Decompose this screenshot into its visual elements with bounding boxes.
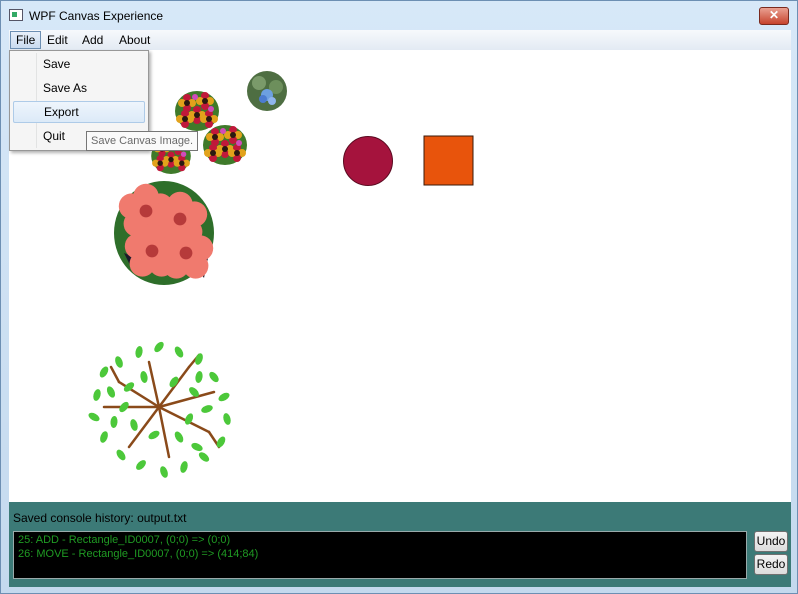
pink-flower-bush-image[interactable] — [114, 181, 214, 285]
menu-save-as[interactable]: Save As — [13, 77, 145, 99]
title-bar: WPF Canvas Experience ✕ — [1, 1, 797, 31]
redo-button[interactable]: Redo — [754, 554, 788, 575]
undo-button[interactable]: Undo — [754, 531, 788, 552]
console-output[interactable]: 25: ADD - Rectangle_ID0007, (0;0) => (0;… — [13, 531, 747, 579]
console-panel: Saved console history: output.txt 25: AD… — [9, 502, 791, 587]
menu-bar: File Edit Add About — [9, 30, 791, 50]
menu-about[interactable]: About — [114, 31, 155, 49]
menu-edit[interactable]: Edit — [42, 31, 73, 49]
console-line: 26: MOVE - Rectangle_ID0007, (0;0) => (4… — [18, 548, 259, 560]
window-title: WPF Canvas Experience — [29, 9, 164, 23]
export-tooltip: Save Canvas Image. — [86, 131, 199, 151]
app-icon — [9, 9, 23, 21]
close-button[interactable]: ✕ — [759, 7, 789, 25]
menu-save[interactable]: Save — [13, 53, 145, 75]
rectangle-shape[interactable] — [423, 135, 474, 186]
flower-cluster-image[interactable] — [175, 91, 219, 131]
ellipse-shape[interactable] — [343, 136, 393, 186]
blue-flower-bush-image[interactable] — [247, 71, 287, 111]
flower-cluster-image[interactable] — [203, 125, 247, 165]
status-text: Saved console history: output.txt — [13, 511, 187, 525]
tree-image[interactable] — [87, 340, 232, 479]
console-line: 25: ADD - Rectangle_ID0007, (0;0) => (0;… — [18, 534, 231, 546]
app-window: WPF Canvas Experience ✕ File Edit Add Ab… — [0, 0, 798, 594]
menu-export[interactable]: Export — [13, 101, 145, 123]
menu-add[interactable]: Add — [77, 31, 108, 49]
menu-file[interactable]: File — [10, 31, 42, 49]
